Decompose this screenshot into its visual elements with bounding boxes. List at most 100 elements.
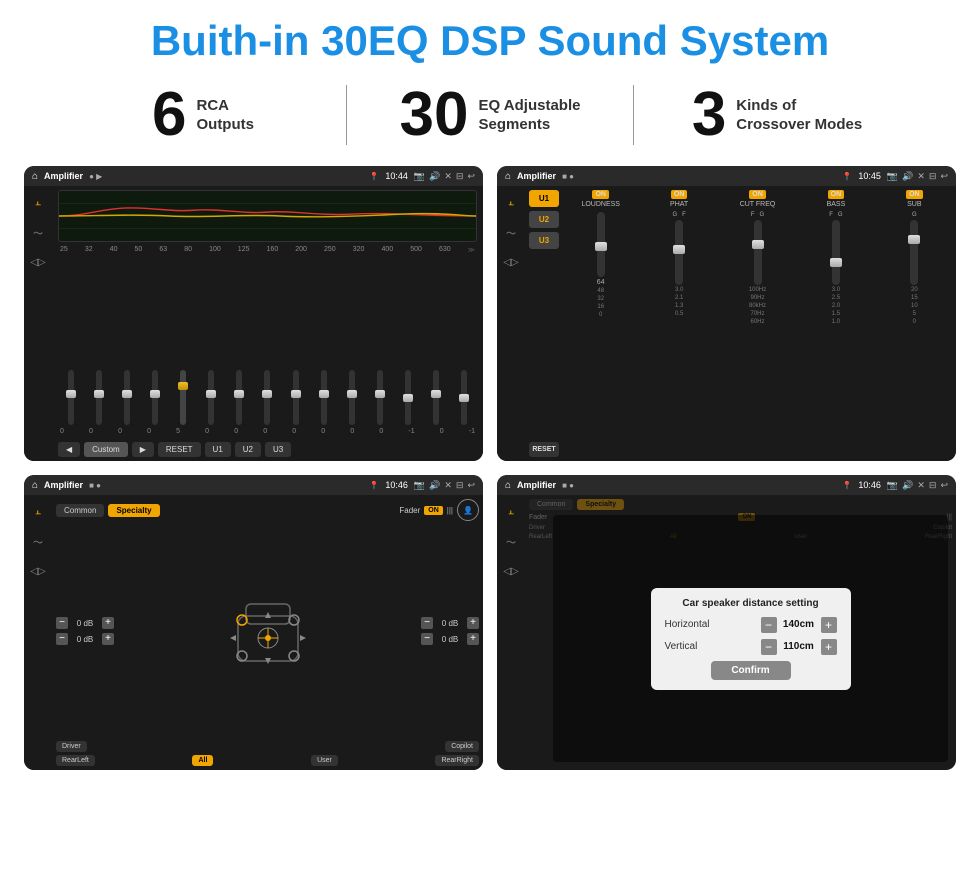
sidebar-eq-icon[interactable]: ⫠ <box>28 192 48 212</box>
vertical-plus[interactable]: + <box>821 639 837 655</box>
eq-main-area: 2532405063 80100125160200 25032040050063… <box>52 186 483 461</box>
channel-loudness: ON LOUDNESS 64 48 32 16 0 <box>563 190 638 457</box>
eq-u1-btn[interactable]: U1 <box>205 442 231 457</box>
eq-sliders <box>58 257 477 425</box>
speaker-right-controls: − 0 dB + − 0 dB + <box>421 524 479 738</box>
tab-specialty[interactable]: Specialty <box>108 504 159 517</box>
dialog-sidebar: ⫠ 〜 ◁▷ <box>497 495 525 770</box>
cutfreq-on: ON <box>749 190 766 199</box>
tab-common[interactable]: Common <box>56 504 104 517</box>
rr-plus[interactable]: + <box>467 633 479 645</box>
speaker-sidebar: ⫠ 〜 ◁▷ <box>24 495 52 770</box>
stat-rca-number: 6 <box>152 84 186 146</box>
horizontal-value: 140cm <box>781 619 817 630</box>
crossover-app-name: Amplifier <box>517 171 556 181</box>
main-title: Buith-in 30EQ DSP Sound System <box>0 0 980 74</box>
crossover-screen-card: ⌂ Amplifier ■ ● 📍 10:45 📷🔊✕⊟↩ ⫠ 〜 ◁▷ U1 … <box>497 166 956 461</box>
preset-u3[interactable]: U3 <box>529 232 559 249</box>
fr-plus[interactable]: + <box>467 617 479 629</box>
btn-rearleft[interactable]: RearLeft <box>56 755 95 766</box>
sub-on: ON <box>906 190 923 199</box>
btn-rearright[interactable]: RearRight <box>435 755 479 766</box>
fl-plus[interactable]: + <box>102 617 114 629</box>
fl-db-row: − 0 dB + <box>56 617 114 629</box>
speaker-app-name: Amplifier <box>44 480 83 490</box>
rl-plus[interactable]: + <box>102 633 114 645</box>
dialog-topbar-icons: 📷🔊✕⊟↩ <box>887 480 948 491</box>
btn-all[interactable]: All <box>192 755 213 766</box>
speaker-screen-card: ⌂ Amplifier ■ ● 📍 10:46 📷🔊✕⊟↩ ⫠ 〜 ◁▷ Com… <box>24 475 483 770</box>
dialog-vertical-row: Vertical − 110cm + <box>665 639 837 655</box>
eq-controls: ◀ Custom ▶ RESET U1 U2 U3 <box>58 442 477 457</box>
eq-values: 00005 00000 00-10-1 <box>58 428 477 435</box>
eq-sidebar: ⫠ 〜 ◁▷ <box>24 186 52 461</box>
speaker-main-area: Common Specialty Fader ON ||| 👤 <box>52 495 483 770</box>
dialog-bg: Common Specialty Fader ON ||| DriverCopi… <box>525 495 956 770</box>
btn-user[interactable]: User <box>311 755 338 766</box>
dialog-title: Car speaker distance setting <box>665 598 837 609</box>
crossover-content: ⫠ 〜 ◁▷ U1 U2 U3 RESET ON LOU <box>497 186 956 461</box>
eq-time: 10:44 <box>385 171 408 181</box>
eq-u2-btn[interactable]: U2 <box>235 442 261 457</box>
eq-u3-btn[interactable]: U3 <box>265 442 291 457</box>
speaker-time: 10:46 <box>385 480 408 490</box>
crossover-sidebar: ⫠ 〜 ◁▷ <box>497 186 525 461</box>
horizontal-minus[interactable]: − <box>761 617 777 633</box>
eq-prev-btn[interactable]: ◀ <box>58 442 80 457</box>
dialog-time: 10:46 <box>858 480 881 490</box>
eq-freq-labels: 2532405063 80100125160200 25032040050063… <box>58 246 477 254</box>
fader-control: Fader ON ||| 👤 <box>399 499 479 521</box>
speaker-bottom-btns: Driver Copilot <box>56 741 479 752</box>
eq-graph <box>58 190 477 242</box>
sidebar-speaker-icon[interactable]: ◁▷ <box>28 252 48 272</box>
eq-topbar-icons: 📷🔊✕⊟↩ <box>414 171 475 182</box>
eq-custom-btn[interactable]: Custom <box>84 442 128 457</box>
rl-minus[interactable]: − <box>56 633 68 645</box>
preset-u1[interactable]: U1 <box>529 190 559 207</box>
dialog-horizontal-row: Horizontal − 140cm + <box>665 617 837 633</box>
eq-play-btn[interactable]: ▶ <box>132 442 154 457</box>
eq-screen-content: ⫠ 〜 ◁▷ <box>24 186 483 461</box>
dialog-vertical-value-group: − 110cm + <box>761 639 837 655</box>
btn-driver[interactable]: Driver <box>56 741 87 752</box>
home-icon-4: ⌂ <box>505 480 511 491</box>
crossover-main-area: U1 U2 U3 RESET ON LOUDNESS 64 <box>525 186 956 461</box>
loudness-on: ON <box>592 190 609 199</box>
dialog-vertical-label: Vertical <box>665 641 698 652</box>
crossover-reset[interactable]: RESET <box>529 442 559 457</box>
sidebar-wave-icon-3[interactable]: 〜 <box>28 531 48 551</box>
eq-reset-btn[interactable]: RESET <box>158 442 201 457</box>
eq-screen-card: ⌂ Amplifier ● ▶ 📍 10:44 📷🔊✕⊟↩ ⫠ 〜 ◁▷ <box>24 166 483 461</box>
dialog-screen-card: ⌂ Amplifier ■ ● 📍 10:46 📷🔊✕⊟↩ ⫠ 〜 ◁▷ Com… <box>497 475 956 770</box>
speaker-topbar: ⌂ Amplifier ■ ● 📍 10:46 📷🔊✕⊟↩ <box>24 475 483 495</box>
dialog-app-name: Amplifier <box>517 480 556 490</box>
home-icon: ⌂ <box>32 171 38 182</box>
sidebar-wave-icon-2[interactable]: 〜 <box>501 222 521 242</box>
sidebar-speaker-icon-2[interactable]: ◁▷ <box>501 252 521 272</box>
car-diagram <box>118 524 417 738</box>
fl-minus[interactable]: − <box>56 617 68 629</box>
sidebar-vol-icon-3[interactable]: ◁▷ <box>28 561 48 581</box>
vertical-minus[interactable]: − <box>761 639 777 655</box>
dialog-screen-content: ⫠ 〜 ◁▷ Common Specialty Fader ON ||| <box>497 495 956 770</box>
stat-eq-number: 30 <box>400 84 469 146</box>
rr-minus[interactable]: − <box>421 633 433 645</box>
stat-eq-text: EQ AdjustableSegments <box>479 96 581 135</box>
stat-eq: 30 EQ AdjustableSegments <box>347 84 633 146</box>
vertical-value: 110cm <box>781 641 817 652</box>
channel-phat: ON PHAT G F 3.0 2.1 1.3 0.5 <box>641 190 716 457</box>
speaker-left-controls: − 0 dB + − 0 dB + <box>56 524 114 738</box>
sidebar-eq-icon-2[interactable]: ⫠ <box>501 192 521 212</box>
stat-crossover: 3 Kinds ofCrossover Modes <box>634 84 920 146</box>
sidebar-eq-icon-3[interactable]: ⫠ <box>28 501 48 521</box>
stat-rca: 6 RCAOutputs <box>60 84 346 146</box>
eq-topbar: ⌂ Amplifier ● ▶ 📍 10:44 📷🔊✕⊟↩ <box>24 166 483 186</box>
fr-minus[interactable]: − <box>421 617 433 629</box>
sidebar-wave-icon[interactable]: 〜 <box>28 222 48 242</box>
fader-on-badge: ON <box>424 506 443 515</box>
preset-u2[interactable]: U2 <box>529 211 559 228</box>
btn-copilot[interactable]: Copilot <box>445 741 479 752</box>
confirm-button[interactable]: Confirm <box>711 661 791 680</box>
stat-crossover-text: Kinds ofCrossover Modes <box>736 96 862 135</box>
horizontal-plus[interactable]: + <box>821 617 837 633</box>
